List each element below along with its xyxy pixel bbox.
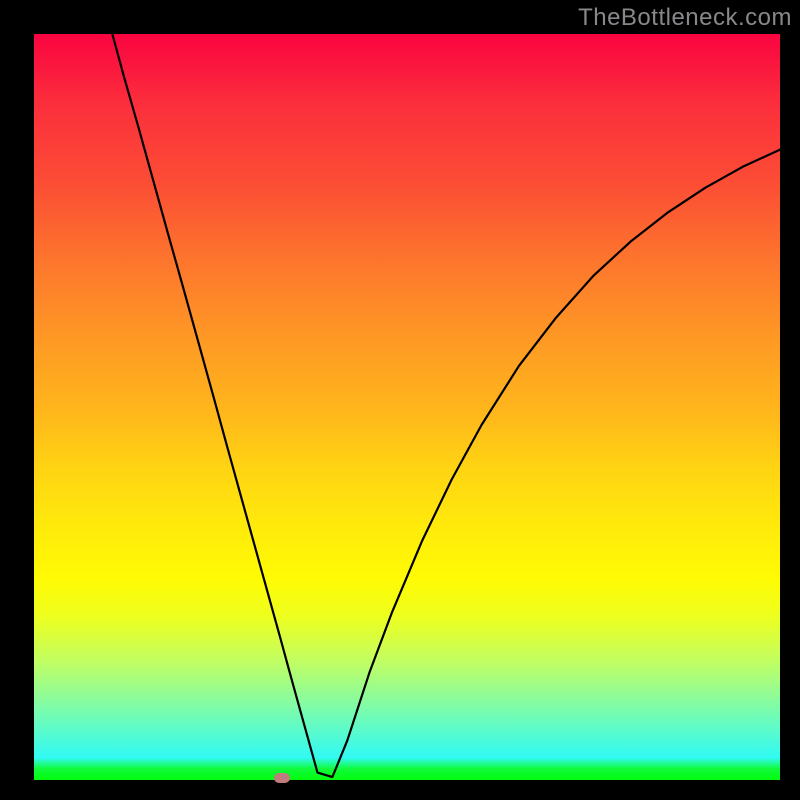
plot-area [34, 34, 780, 780]
watermark-label: TheBottleneck.com [578, 4, 792, 32]
optimum-marker [274, 773, 290, 783]
chart-container: TheBottleneck.com [0, 0, 800, 800]
bottleneck-curve [34, 34, 780, 780]
